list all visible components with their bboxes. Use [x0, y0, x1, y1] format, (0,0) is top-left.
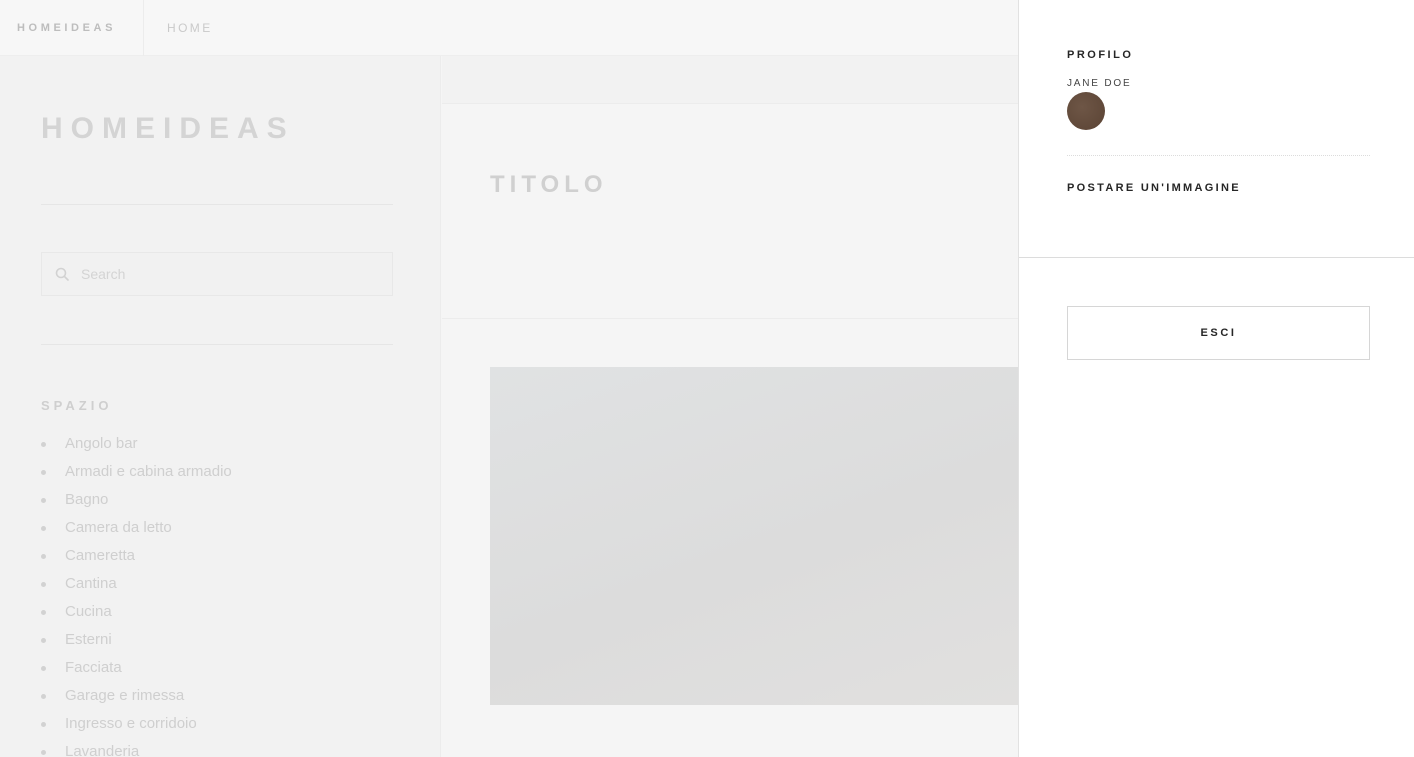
post-image-link[interactable]: POSTARE UN'IMMAGINE — [1067, 182, 1241, 194]
category-item[interactable]: Ingresso e corridoio — [41, 713, 232, 741]
main-header-strip — [442, 56, 1018, 104]
category-item[interactable]: Cameretta — [41, 545, 232, 573]
profile-drawer: PROFILO JANE DOE POSTARE UN'IMMAGINE ESC… — [1018, 0, 1414, 757]
divider — [1067, 155, 1370, 156]
category-item[interactable]: Bagno — [41, 489, 232, 517]
logout-button[interactable]: ESCI — [1067, 306, 1370, 360]
category-item[interactable]: Garage e rimessa — [41, 685, 232, 713]
search-icon — [55, 267, 69, 281]
sidebar: HOMEIDEAS SPAZIO Angolo bar Armadi e cab… — [0, 56, 441, 757]
divider — [41, 344, 393, 345]
search-box — [41, 252, 393, 296]
category-item[interactable]: Armadi e cabina armadio — [41, 461, 232, 489]
category-item[interactable]: Cantina — [41, 573, 232, 601]
category-list: Angolo bar Armadi e cabina armadio Bagno… — [41, 433, 232, 757]
avatar[interactable] — [1067, 92, 1105, 130]
category-item[interactable]: Camera da letto — [41, 517, 232, 545]
section-heading-spazio: SPAZIO — [41, 398, 113, 413]
category-item[interactable]: Angolo bar — [41, 433, 232, 461]
home-link[interactable]: HOME — [167, 21, 213, 35]
title-section: TITOLO — [442, 104, 1018, 319]
category-item[interactable]: Lavanderia — [41, 741, 232, 757]
category-item[interactable]: Esterni — [41, 629, 232, 657]
page-title: TITOLO — [490, 171, 608, 198]
user-name: JANE DOE — [1067, 78, 1132, 89]
category-item[interactable]: Facciata — [41, 657, 232, 685]
profile-heading: PROFILO — [1067, 49, 1134, 61]
divider — [1019, 257, 1414, 258]
search-input[interactable] — [81, 266, 371, 282]
brand-logo[interactable]: HOMEIDEAS — [0, 0, 144, 56]
hero-image[interactable] — [490, 367, 1018, 705]
sidebar-logo: HOMEIDEAS — [41, 112, 295, 145]
category-item[interactable]: Cucina — [41, 601, 232, 629]
divider — [41, 204, 393, 205]
